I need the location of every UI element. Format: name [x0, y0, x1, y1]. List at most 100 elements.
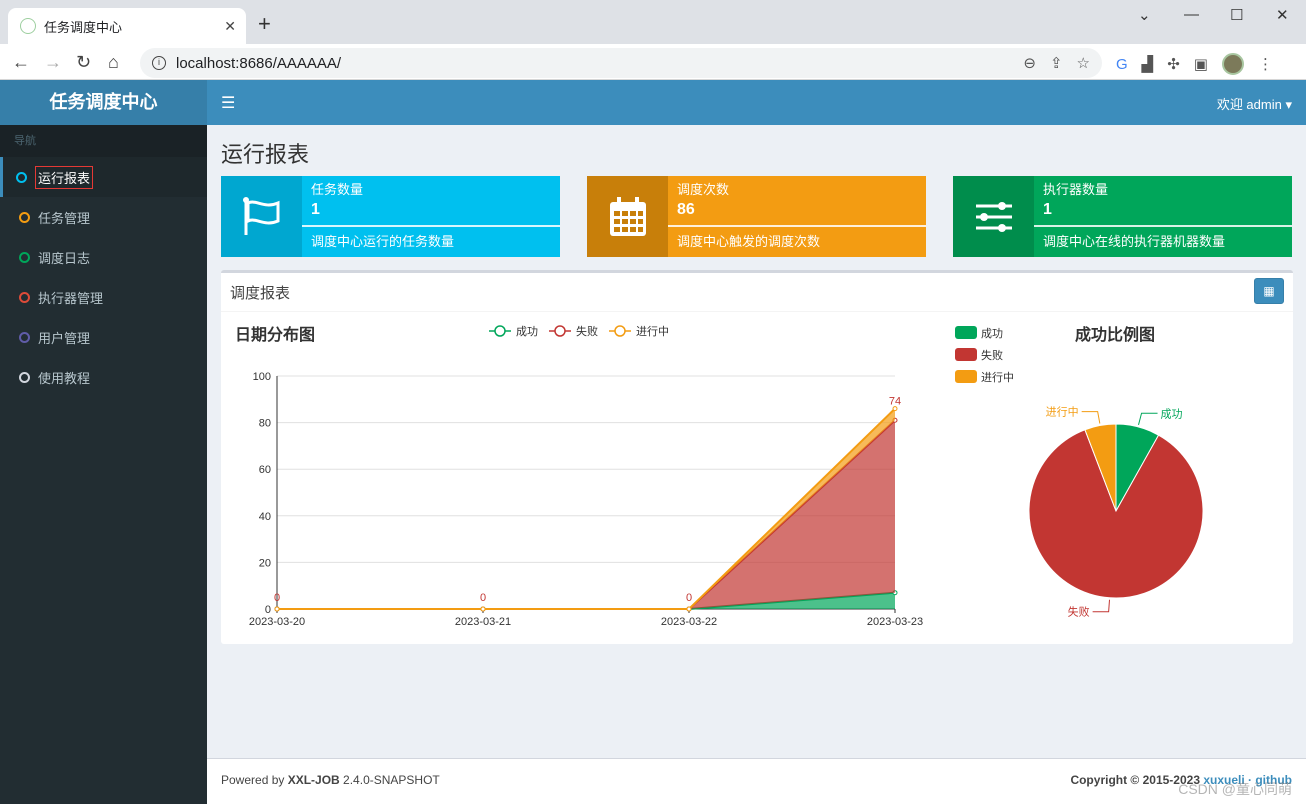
info-box-desc: 调度中心在线的执行器机器数量 — [1043, 234, 1226, 249]
date-range-button[interactable]: ▦ — [1254, 278, 1284, 304]
welcome-text: 欢迎 admin — [1216, 97, 1282, 112]
page-title: 运行报表 — [221, 142, 310, 167]
tab-title: 任务调度中心 — [44, 19, 123, 35]
progress-bar — [302, 225, 560, 227]
share-icon[interactable]: ⇪ — [1050, 54, 1063, 72]
caret-down-icon: ▾ — [1285, 97, 1292, 112]
info-box-label: 调度次数 — [677, 182, 730, 197]
browser-toolbar: ← → ↻ ⌂ i localhost:8686/AAAAAA/ ⊖ ⇪ ☆ G… — [0, 44, 1306, 80]
legend-swatch — [955, 370, 977, 383]
pie-leader-line — [1092, 599, 1111, 613]
circle-icon — [19, 251, 30, 263]
report-box: 调度报表 ▦ 日期分布图 成功 失败 进行中 0 20 40 60 80 100 2023-03-2… — [221, 270, 1293, 644]
site-info-icon[interactable]: i — [152, 56, 166, 70]
pie-label: 失败 — [1068, 605, 1090, 619]
bookmark-star-icon[interactable]: ☆ — [1077, 54, 1090, 72]
x-tick-label: 2023-03-20 — [249, 616, 305, 628]
circle-icon — [19, 211, 30, 223]
top-navbar: ☰ 欢迎 admin ▾ — [207, 80, 1306, 125]
footer: Powered by XXL-JOB 2.4.0-SNAPSHOT Copyri… — [207, 758, 1306, 804]
home-icon[interactable]: ⌂ — [108, 50, 119, 74]
url-text[interactable]: localhost:8686/AAAAAA/ — [176, 55, 341, 72]
progress-bar — [668, 225, 926, 227]
close-tab-icon[interactable]: ✕ — [224, 18, 236, 35]
sliders-icon — [953, 176, 1034, 257]
x-tick-label: 2023-03-21 — [455, 616, 511, 628]
legend-swatch — [955, 326, 977, 339]
forward-icon[interactable]: → — [44, 50, 62, 74]
footer-powered: Powered by XXL-JOB 2.4.0-SNAPSHOT — [221, 773, 440, 787]
pie-label: 成功 — [1161, 407, 1183, 420]
extension-chart-icon[interactable]: ▟ — [1142, 55, 1154, 73]
circle-icon — [19, 371, 30, 383]
y-tick-label: 100 — [253, 371, 271, 383]
sidebar-item-executors[interactable]: 执行器管理 — [0, 277, 207, 317]
legend-label: 成功 — [981, 327, 1003, 340]
y-tick-label: 80 — [259, 418, 271, 430]
legend-label: 失败 — [981, 348, 1003, 362]
minimize-icon[interactable]: — — [1184, 6, 1199, 23]
sidebar-item-help[interactable]: 使用教程 — [0, 357, 207, 397]
info-box-value: 1 — [311, 201, 320, 218]
new-tab-icon[interactable]: + — [258, 12, 271, 36]
legend-marker — [554, 325, 566, 337]
close-window-icon[interactable]: ✕ — [1276, 6, 1289, 24]
browser-menu-icon[interactable]: ⋮ — [1258, 55, 1273, 73]
y-tick-label: 60 — [259, 464, 271, 476]
legend-marker — [494, 325, 506, 337]
series-area — [277, 420, 895, 609]
sidebar-item-jobs[interactable]: 任务管理 — [0, 197, 207, 237]
powered-prefix: Powered by — [221, 773, 288, 787]
sidebar-toggle-icon[interactable]: ☰ — [221, 93, 235, 113]
sidebar-item-label: 执行器管理 — [38, 290, 104, 306]
app-logo[interactable]: 任务调度中心 — [0, 80, 207, 125]
circle-icon — [16, 171, 27, 183]
legend-marker — [614, 325, 626, 337]
flag-icon — [221, 176, 302, 257]
favicon-icon — [20, 18, 36, 34]
side-panel-icon[interactable]: ▣ — [1194, 55, 1208, 73]
sidebar-item-users[interactable]: 用户管理 — [0, 317, 207, 357]
back-icon[interactable]: ← — [12, 50, 30, 74]
data-label: 0 — [686, 592, 692, 604]
nav-header: 导航 — [0, 125, 207, 157]
legend-label: 进行中 — [981, 371, 1014, 384]
browser-tabbar: 任务调度中心 ✕ + ⌄ — ☐ ✕ — [0, 0, 1306, 44]
series-point — [480, 606, 486, 612]
y-tick-label: 20 — [259, 557, 271, 569]
progress-bar — [1034, 225, 1292, 227]
translate-icon[interactable]: G — [1116, 56, 1128, 73]
pie-leader-line — [1081, 411, 1101, 424]
y-tick-label: 0 — [265, 604, 271, 616]
charts-area: 日期分布图 成功 失败 进行中0204060801002023-03-20 2023-0… — [235, 324, 1204, 628]
browser-tab[interactable]: 任务调度中心 ✕ — [8, 8, 246, 44]
calendar-icon: ▦ — [1263, 284, 1275, 298]
tab-search-icon[interactable]: ⌄ — [1138, 6, 1151, 24]
address-bar[interactable]: i localhost:8686/AAAAAA/ ⊖ ⇪ ☆ — [140, 48, 1102, 78]
sidebar-item-label: 用户管理 — [38, 330, 91, 346]
pie-label: 进行中 — [1046, 406, 1079, 419]
y-tick-label: 40 — [259, 511, 271, 523]
extensions-puzzle-icon[interactable]: ✣ — [1167, 55, 1180, 73]
x-tick-label: 2023-03-22 — [661, 616, 717, 628]
info-box-jobs: 任务数量 1 调度中心运行的任务数量 — [221, 176, 560, 257]
main-content: 运行报表 任务数量 1 调度中心运行的任务数量 调度次数 86 调度中心触发的调… — [207, 125, 1306, 758]
report-box-title: 调度报表 — [230, 285, 291, 302]
zoom-icon[interactable]: ⊖ — [1023, 54, 1036, 72]
info-box-label: 执行器数量 — [1043, 182, 1109, 197]
sidebar-item-report[interactable]: 运行报表 — [0, 157, 207, 197]
profile-avatar[interactable] — [1221, 53, 1244, 75]
pie-leader-line — [1138, 412, 1158, 426]
series-point — [274, 606, 280, 612]
legend-swatch — [955, 348, 977, 361]
sidebar-item-label: 运行报表 — [35, 165, 94, 189]
data-label: 0 — [480, 592, 486, 604]
sidebar-item-logs[interactable]: 调度日志 — [0, 237, 207, 277]
info-box-triggers: 调度次数 86 调度中心触发的调度次数 — [587, 176, 926, 257]
reload-icon[interactable]: ↻ — [76, 50, 91, 74]
watermark: CSDN @童心同萌 — [1178, 781, 1292, 797]
maximize-icon[interactable]: ☐ — [1230, 6, 1243, 24]
calendar-icon — [587, 176, 668, 257]
version: 2.4.0-SNAPSHOT — [339, 773, 440, 787]
user-menu[interactable]: 欢迎 admin ▾ — [1217, 94, 1292, 113]
